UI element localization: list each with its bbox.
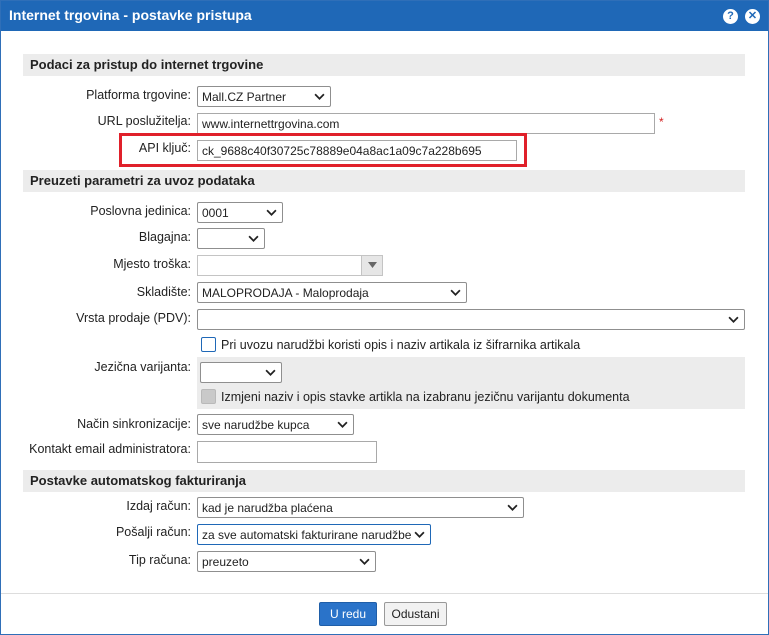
invoice-type-value: preuzeto <box>202 555 249 569</box>
issue-invoice-value: kad je narudžba plaćena <box>202 501 333 515</box>
change-name-checkbox[interactable] <box>201 389 216 404</box>
settings-dialog: Internet trgovina - postavke pristupa ? … <box>0 0 769 635</box>
change-name-label: Izmjeni naziv i opis stavke artikla na i… <box>221 390 630 404</box>
section-access-header: Podaci za pristup do internet trgovine <box>23 54 745 76</box>
platform-label: Platforma trgovine: <box>86 88 191 102</box>
chevron-down-icon <box>248 235 259 242</box>
issue-invoice-label: Izdaj račun: <box>126 499 191 513</box>
cancel-button[interactable]: Odustani <box>384 602 447 626</box>
cost-center-label: Mjesto troška: <box>113 257 191 271</box>
sale-type-select[interactable] <box>197 309 745 330</box>
chevron-down-icon <box>414 531 425 538</box>
send-invoice-select[interactable]: za sve automatski fakturirane narudžbe <box>197 524 431 545</box>
admin-email-label: Kontakt email administratora: <box>29 442 191 456</box>
chevron-down-icon <box>314 93 325 100</box>
send-invoice-label: Pošalji račun: <box>115 525 191 539</box>
warehouse-select[interactable]: MALOPRODAJA - Maloprodaja <box>197 282 467 303</box>
chevron-down-icon <box>265 369 276 376</box>
chevron-down-icon <box>359 558 370 565</box>
chevron-down-icon <box>266 209 277 216</box>
chevron-down-icon <box>728 316 739 323</box>
triangle-down-icon <box>368 262 377 268</box>
url-input[interactable]: www.internettrgovina.com <box>197 113 655 134</box>
language-label: Jezična varijanta: <box>94 360 191 374</box>
required-mark: * <box>659 115 664 129</box>
business-unit-label: Poslovna jedinica: <box>90 204 191 218</box>
cost-center-dropdown-button[interactable] <box>361 256 382 275</box>
cost-center-combo[interactable] <box>197 255 383 276</box>
sync-select[interactable]: sve narudžbe kupca <box>197 414 354 435</box>
platform-select[interactable]: Mall.CZ Partner <box>197 86 331 107</box>
sale-type-label: Vrsta prodaje (PDV): <box>76 311 191 325</box>
invoice-type-label: Tip računa: <box>128 553 191 567</box>
footer-divider <box>1 593 768 594</box>
sync-value: sve narudžbe kupca <box>202 418 310 432</box>
api-key-label: API ključ: <box>138 141 191 155</box>
warehouse-value: MALOPRODAJA - Maloprodaja <box>202 286 369 300</box>
admin-email-input[interactable] <box>197 441 377 463</box>
platform-value: Mall.CZ Partner <box>202 90 287 104</box>
use-catalog-label: Pri uvozu narudžbi koristi opis i naziv … <box>221 338 581 352</box>
chevron-down-icon <box>507 504 518 511</box>
use-catalog-checkbox[interactable] <box>201 337 216 352</box>
cashbox-label: Blagajna: <box>138 230 191 244</box>
ok-button[interactable]: U redu <box>319 602 377 626</box>
close-icon[interactable]: ✕ <box>745 9 760 24</box>
language-select[interactable] <box>200 362 282 383</box>
cashbox-select[interactable] <box>197 228 265 249</box>
section-import-header: Preuzeti parametri za uvoz podataka <box>23 170 745 192</box>
issue-invoice-select[interactable]: kad je narudžba plaćena <box>197 497 524 518</box>
chevron-down-icon <box>450 289 461 296</box>
dialog-titlebar: Internet trgovina - postavke pristupa ? … <box>1 1 768 31</box>
send-invoice-value: za sve automatski fakturirane narudžbe <box>202 528 412 542</box>
api-key-input[interactable]: ck_9688c40f30725c78889e04a8ac1a09c7a228b… <box>197 140 517 161</box>
sync-label: Način sinkronizacije: <box>77 417 191 431</box>
business-unit-value: 0001 <box>202 206 229 220</box>
question-icon[interactable]: ? <box>723 9 738 24</box>
section-invoicing-header: Postavke automatskog fakturiranja <box>23 470 745 492</box>
warehouse-label: Skladište: <box>136 285 191 299</box>
url-label: URL poslužitelja: <box>97 114 191 128</box>
dialog-title: Internet trgovina - postavke pristupa <box>9 7 252 23</box>
chevron-down-icon <box>337 421 348 428</box>
invoice-type-select[interactable]: preuzeto <box>197 551 376 572</box>
business-unit-select[interactable]: 0001 <box>197 202 283 223</box>
